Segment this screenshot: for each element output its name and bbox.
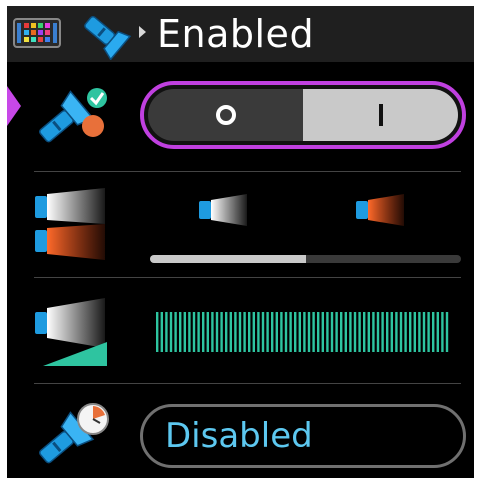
flashlight-red-icon[interactable] bbox=[354, 190, 412, 230]
brightness-tick bbox=[294, 312, 297, 352]
brightness-tick bbox=[376, 312, 380, 352]
toggle-off-option[interactable] bbox=[148, 89, 303, 141]
brightness-tick bbox=[225, 312, 228, 352]
brightness-tick bbox=[436, 312, 439, 352]
brightness-tick bbox=[275, 312, 278, 352]
mode-selector-bar[interactable] bbox=[150, 255, 461, 263]
brightness-tick bbox=[252, 312, 255, 352]
brightness-tick bbox=[188, 312, 191, 352]
brightness-tick bbox=[381, 312, 384, 352]
brightness-tick bbox=[266, 312, 269, 352]
brightness-tick bbox=[340, 312, 343, 352]
brightness-tick bbox=[367, 312, 370, 352]
brightness-tick bbox=[441, 312, 444, 352]
brightness-tick bbox=[238, 312, 242, 352]
row-divider bbox=[34, 383, 461, 384]
mode-selector-fill bbox=[150, 255, 306, 263]
brightness-tick bbox=[422, 312, 426, 352]
brightness-tick bbox=[257, 312, 260, 352]
brightness-tick bbox=[280, 312, 283, 352]
auto-off-selector[interactable]: Disabled bbox=[140, 404, 466, 468]
brightness-tick bbox=[298, 312, 301, 352]
brightness-tick bbox=[335, 312, 338, 352]
brightness-tick bbox=[303, 312, 306, 352]
header-bar: Enabled bbox=[7, 6, 474, 62]
flashlight-white-icon[interactable] bbox=[197, 190, 255, 230]
brightness-tick bbox=[234, 312, 237, 352]
row-divider bbox=[34, 171, 461, 172]
app-menu-icon[interactable] bbox=[13, 18, 61, 48]
brightness-tick bbox=[353, 312, 357, 352]
brightness-tick bbox=[165, 312, 168, 352]
brightness-tick bbox=[427, 312, 430, 352]
brightness-tick bbox=[349, 312, 352, 352]
brightness-tick bbox=[206, 312, 209, 352]
flashlight-icon bbox=[84, 15, 132, 60]
selection-marker bbox=[7, 86, 21, 126]
brightness-tick bbox=[220, 312, 223, 352]
flashlight-timer-icon bbox=[39, 403, 109, 464]
brightness-tick bbox=[169, 312, 173, 352]
brightness-tick bbox=[404, 312, 407, 352]
page-title: Enabled bbox=[157, 12, 315, 56]
brightness-tick bbox=[248, 312, 251, 352]
brightness-tick bbox=[284, 312, 288, 352]
brightness-tick bbox=[409, 312, 412, 352]
brightness-tick bbox=[160, 312, 163, 352]
flashlight-modes-icon bbox=[35, 188, 105, 260]
row-divider bbox=[34, 277, 461, 278]
brightness-level-bar[interactable] bbox=[156, 312, 454, 352]
brightness-tick bbox=[372, 312, 375, 352]
on-symbol bbox=[378, 104, 383, 126]
brightness-tick bbox=[399, 312, 403, 352]
brightness-tick bbox=[156, 312, 159, 352]
flashlight-brightness-icon bbox=[35, 298, 107, 366]
brightness-tick bbox=[192, 312, 196, 352]
brightness-tick bbox=[179, 312, 182, 352]
brightness-tick bbox=[317, 312, 320, 352]
brightness-tick bbox=[312, 312, 315, 352]
brightness-tick bbox=[326, 312, 329, 352]
brightness-tick bbox=[418, 312, 421, 352]
brightness-tick bbox=[243, 312, 246, 352]
brightness-tick bbox=[363, 312, 366, 352]
brightness-tick bbox=[229, 312, 232, 352]
toggle-on-option[interactable] bbox=[303, 89, 458, 141]
off-symbol bbox=[215, 105, 236, 125]
brightness-tick bbox=[197, 312, 200, 352]
brightness-tick bbox=[211, 312, 214, 352]
brightness-tick bbox=[395, 312, 398, 352]
brightness-tick bbox=[386, 312, 389, 352]
brightness-tick bbox=[289, 312, 292, 352]
brightness-tick bbox=[261, 312, 265, 352]
auto-off-value: Disabled bbox=[165, 416, 313, 456]
brightness-tick bbox=[183, 312, 186, 352]
flashlight-power-icon bbox=[39, 88, 107, 143]
brightness-tick bbox=[390, 312, 393, 352]
brightness-tick bbox=[432, 312, 435, 352]
power-toggle[interactable] bbox=[140, 81, 466, 149]
brightness-tick bbox=[358, 312, 361, 352]
brightness-tick bbox=[445, 312, 449, 352]
brightness-tick bbox=[271, 312, 274, 352]
brightness-tick bbox=[215, 312, 219, 352]
screen: Enabled Disabled bbox=[7, 6, 474, 478]
brightness-tick bbox=[330, 312, 334, 352]
brightness-tick bbox=[413, 312, 416, 352]
brightness-tick bbox=[344, 312, 347, 352]
breadcrumb-arrow-icon bbox=[139, 26, 146, 38]
brightness-tick bbox=[202, 312, 205, 352]
brightness-tick bbox=[321, 312, 324, 352]
brightness-tick bbox=[174, 312, 177, 352]
brightness-tick bbox=[307, 312, 311, 352]
